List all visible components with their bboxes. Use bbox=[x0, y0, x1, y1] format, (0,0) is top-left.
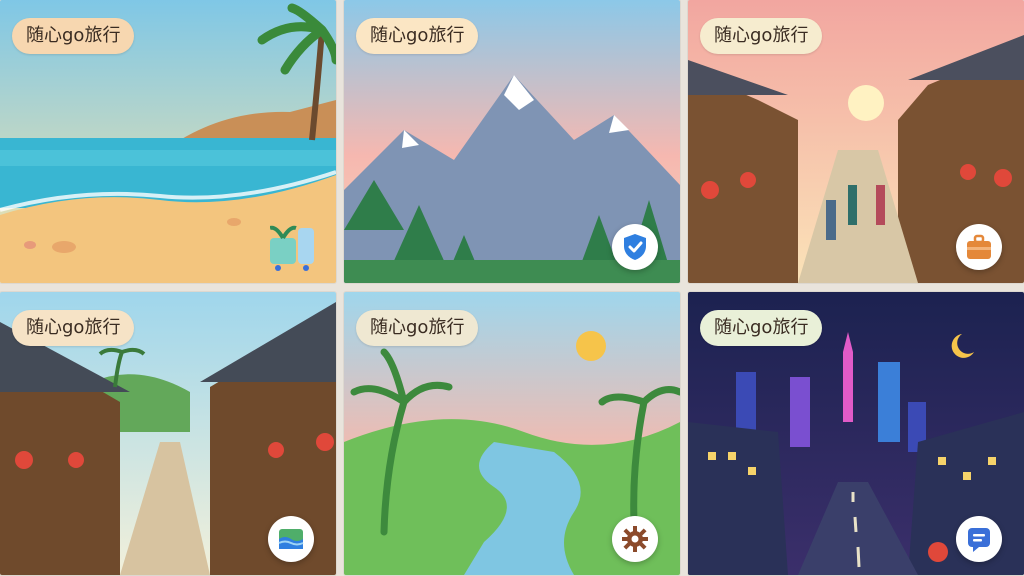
chat-icon bbox=[968, 528, 990, 552]
gear-icon bbox=[622, 526, 648, 552]
brand-label: 随心go旅行 bbox=[700, 310, 823, 346]
map-icon bbox=[278, 529, 304, 549]
tile-river-valley[interactable]: 随心go旅行 bbox=[344, 292, 680, 575]
map-button[interactable] bbox=[268, 516, 314, 562]
tile-ancient-town-street[interactable]: 随心go旅行 bbox=[688, 0, 1024, 283]
brand-label: 随心go旅行 bbox=[12, 18, 135, 54]
brand-label: 随心go旅行 bbox=[700, 18, 823, 54]
tile-snow-mountains[interactable]: 随心go旅行 bbox=[344, 0, 680, 283]
brand-label: 随心go旅行 bbox=[356, 310, 479, 346]
suitcase-icon bbox=[967, 234, 991, 259]
tile-ancient-town-lanes[interactable]: 随心go旅行 bbox=[0, 292, 336, 575]
shield-check-icon bbox=[624, 234, 646, 260]
brand-label: 随心go旅行 bbox=[12, 310, 135, 346]
brand-label: 随心go旅行 bbox=[356, 18, 479, 54]
tile-night-city[interactable]: 随心go旅行 bbox=[688, 292, 1024, 575]
settings-button[interactable] bbox=[612, 516, 658, 562]
luggage-icon bbox=[269, 222, 318, 274]
suitcase-button[interactable] bbox=[956, 224, 1002, 270]
chat-button[interactable] bbox=[956, 516, 1002, 562]
travel-collage-grid: 随心go旅行 随心go旅行 随心go旅行 随心go旅行 随心go旅行 随心go旅… bbox=[0, 0, 1024, 576]
shield-check-button[interactable] bbox=[612, 224, 658, 270]
tile-beach[interactable]: 随心go旅行 bbox=[0, 0, 336, 283]
